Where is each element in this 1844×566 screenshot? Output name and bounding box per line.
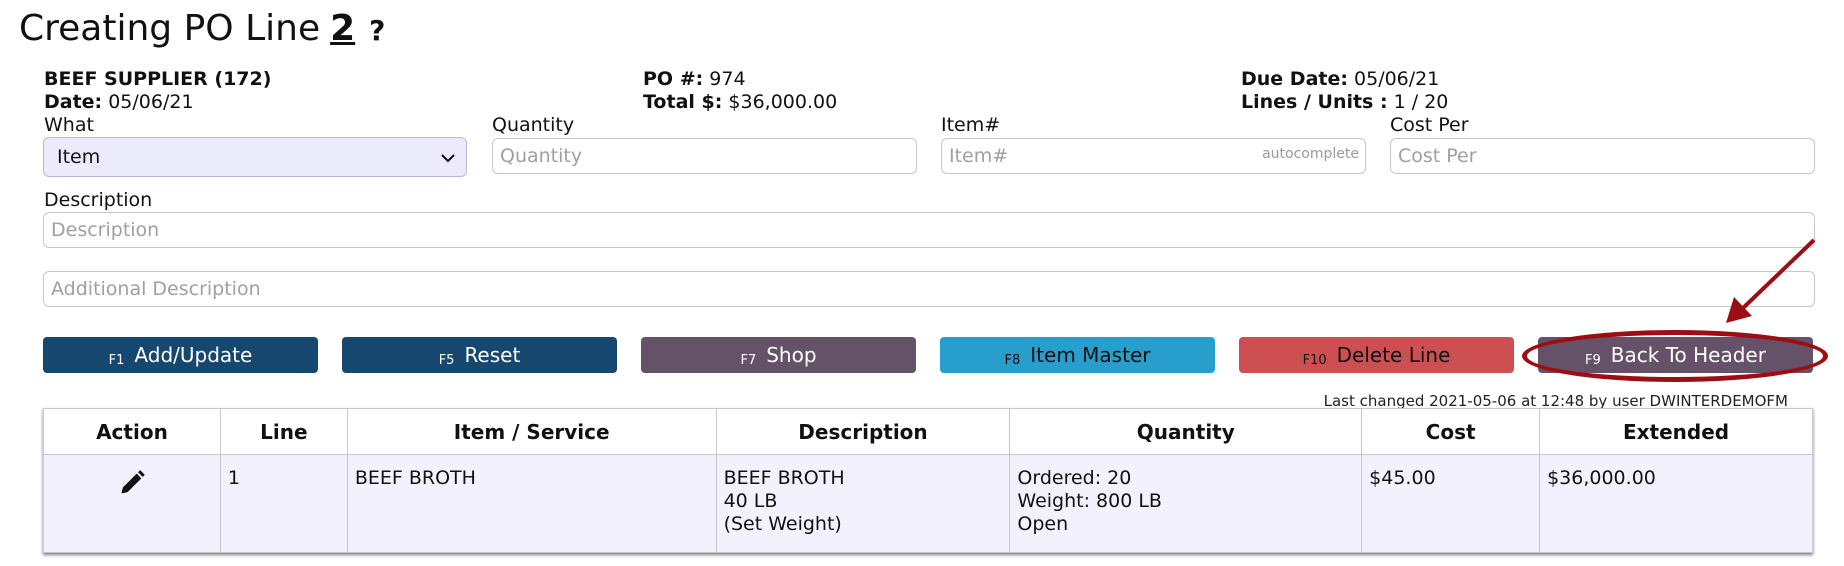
row-quantity-weight: Weight: 800 LB — [1017, 490, 1162, 512]
po-lines-table: Action Line Item / Service Description Q… — [43, 408, 1813, 553]
column-header-line: Line — [219, 408, 348, 455]
row-quantity-ordered: Ordered: 20 — [1017, 467, 1132, 489]
row-item: BEEF BROTH — [346, 454, 717, 553]
column-header-quantity: Quantity — [1009, 408, 1363, 455]
row-description: BEEF BROTH 40 LB (Set Weight) — [715, 454, 1011, 553]
row-cost: $45.00 — [1361, 454, 1541, 553]
row-description-line: BEEF BROTH — [723, 467, 845, 489]
row-quantity-status: Open — [1017, 513, 1069, 535]
row-description-line: (Set Weight) — [723, 513, 842, 535]
column-header-cost: Cost — [1361, 408, 1541, 455]
row-quantity: Ordered: 20 Weight: 800 LB Open — [1009, 454, 1363, 553]
pencil-icon[interactable] — [118, 469, 146, 497]
column-header-action: Action — [43, 408, 221, 455]
row-extended: $36,000.00 — [1539, 454, 1813, 553]
column-header-item: Item / Service — [346, 408, 717, 455]
column-header-description: Description — [715, 408, 1011, 455]
table-row: 1 BEEF BROTH BEEF BROTH 40 LB (Set Weigh… — [43, 454, 1813, 553]
column-header-extended: Extended — [1539, 408, 1813, 455]
row-line: 1 — [219, 454, 348, 553]
row-description-line: 40 LB — [723, 490, 778, 512]
table-header-row: Action Line Item / Service Description Q… — [43, 408, 1813, 455]
row-action-cell — [43, 454, 221, 553]
